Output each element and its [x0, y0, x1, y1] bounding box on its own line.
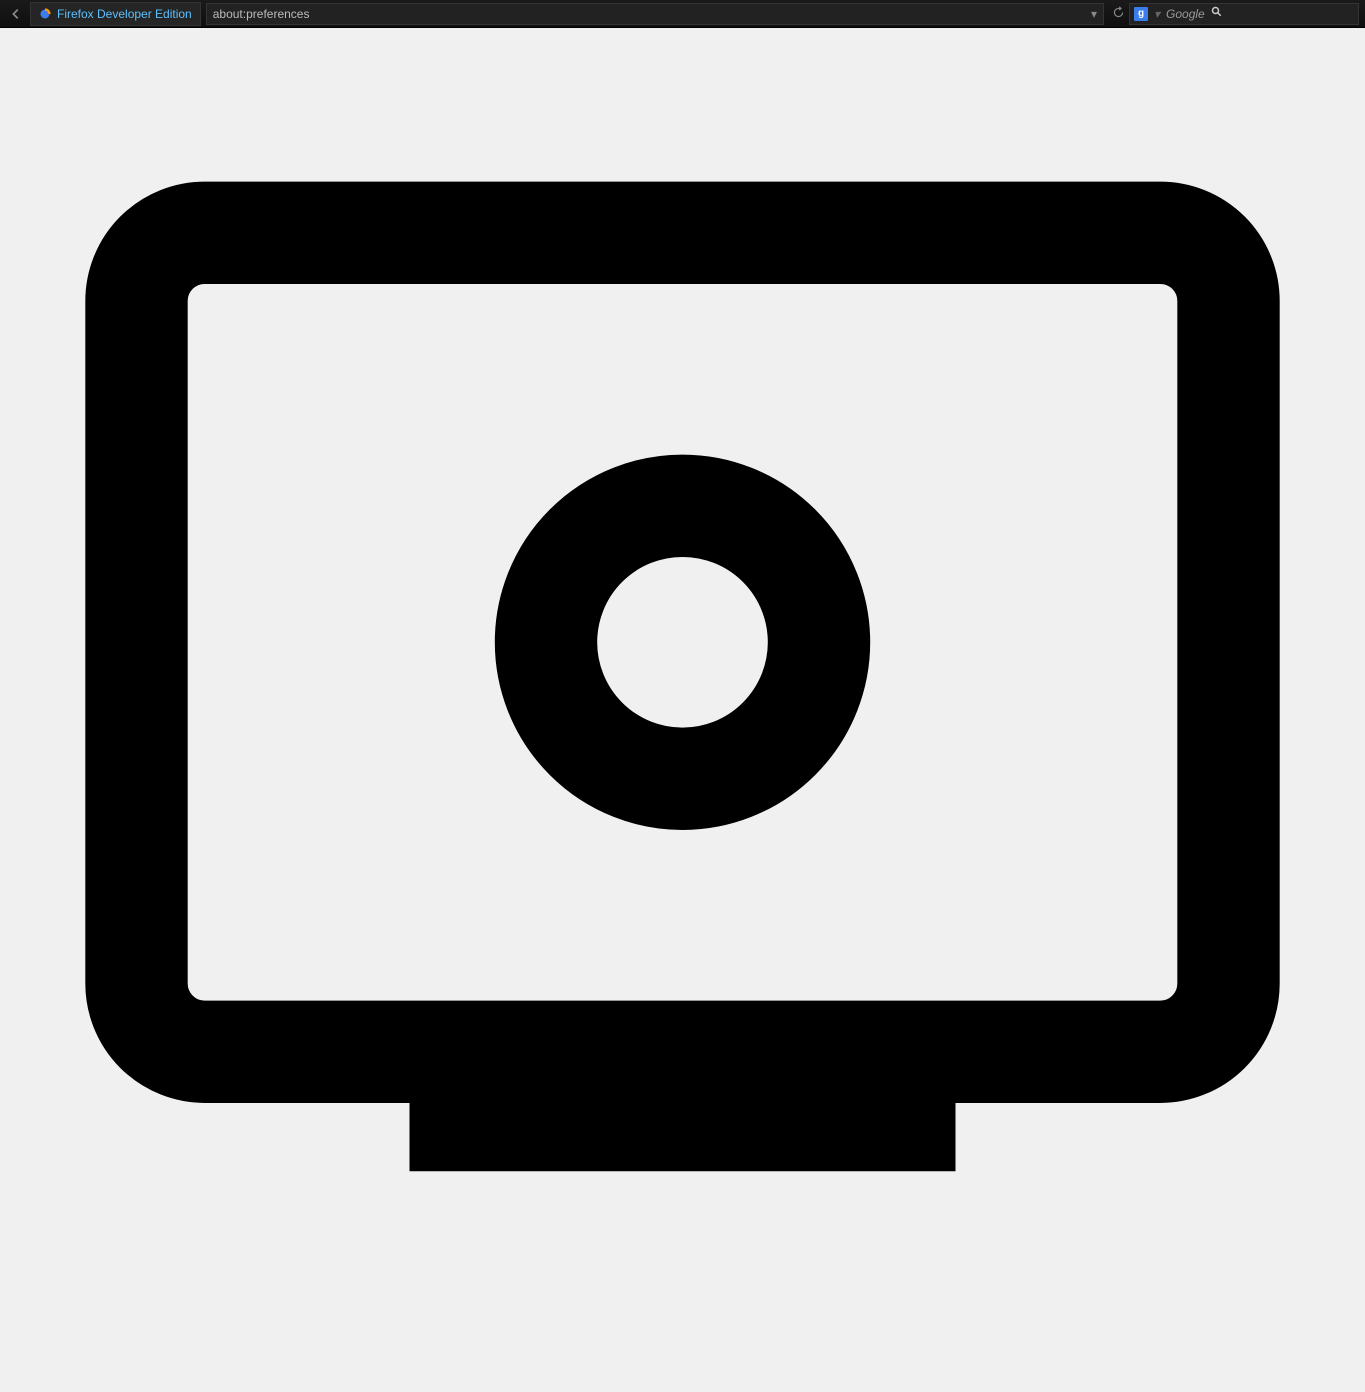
general-icon: [0, 28, 1365, 1392]
search-bar[interactable]: g ▾ Google: [1129, 3, 1359, 25]
browser-toolbar: Firefox Developer Edition about:preferen…: [0, 0, 1365, 28]
sidebar-item-general[interactable]: General: [0, 28, 1365, 1392]
tab-title: Firefox Developer Edition: [57, 7, 192, 21]
reload-button[interactable]: [1109, 6, 1127, 22]
url-bar[interactable]: about:preferences ▾: [206, 3, 1104, 25]
app-body: General Content Applications Privacy Sec…: [0, 28, 1365, 1392]
url-text: about:preferences: [213, 7, 310, 21]
back-button[interactable]: [4, 3, 28, 25]
search-drop-icon[interactable]: ▾: [1154, 7, 1160, 21]
search-placeholder: Google: [1166, 7, 1205, 21]
preferences-sidebar: General Content Applications Privacy Sec…: [0, 28, 1365, 1392]
browser-tab[interactable]: Firefox Developer Edition: [30, 2, 201, 26]
firefox-icon: [39, 8, 51, 20]
url-dropdown-icon[interactable]: ▾: [1091, 7, 1097, 21]
search-icon[interactable]: [1211, 6, 1223, 21]
google-icon: g: [1134, 7, 1148, 21]
